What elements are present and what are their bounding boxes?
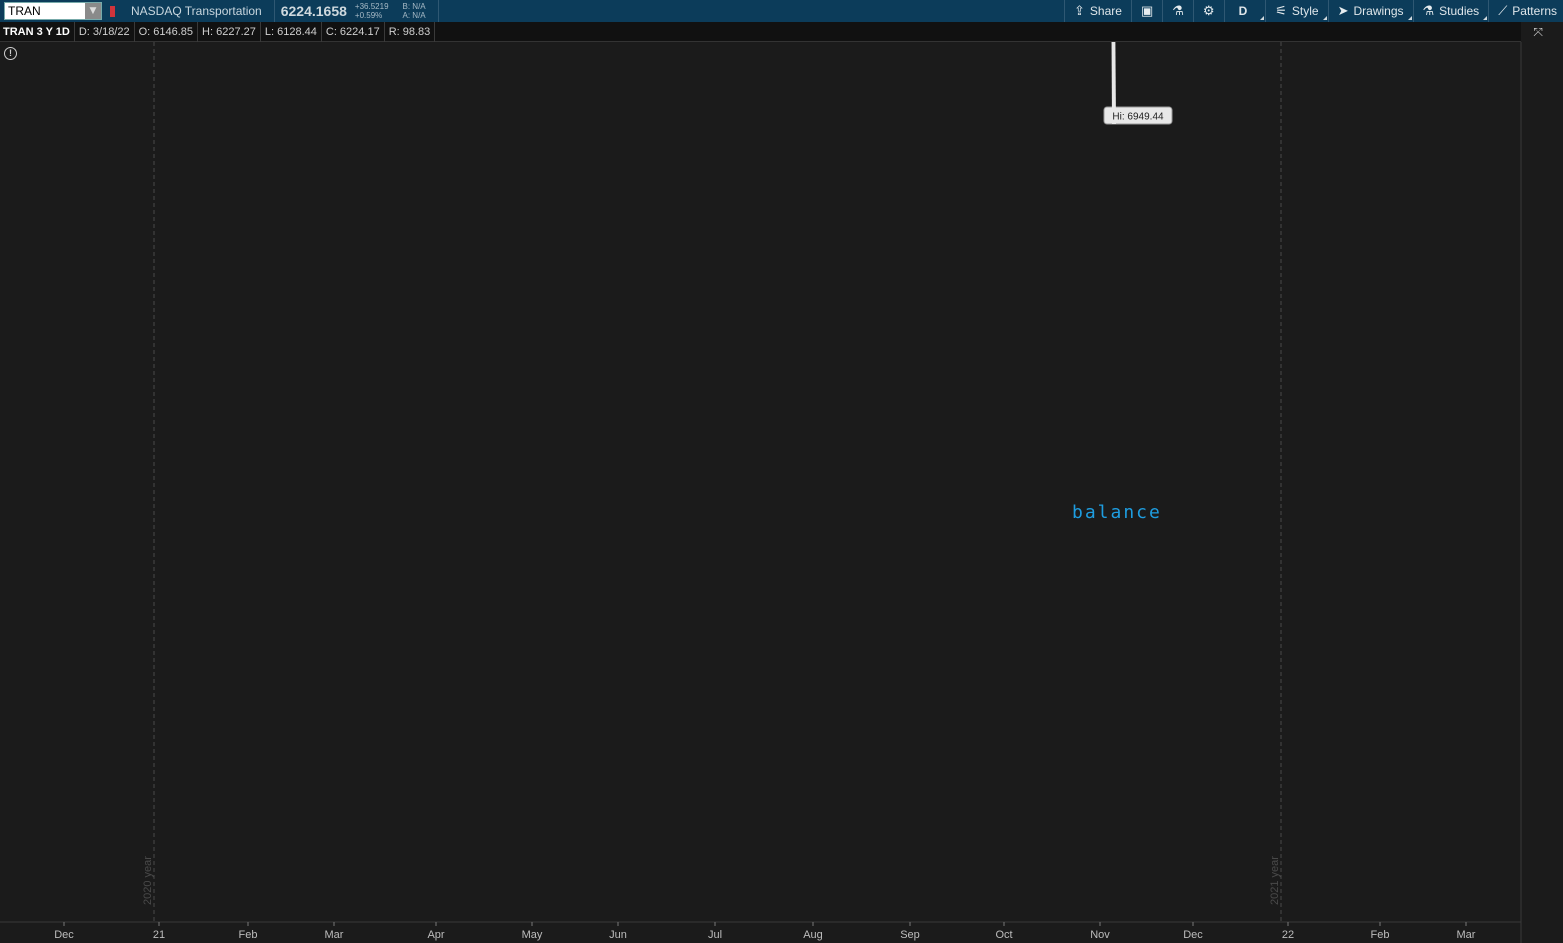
symbol-input[interactable] [5,3,85,19]
style-icon: ⚟ [1275,3,1287,18]
time-tick-label: Dec [1183,929,1203,941]
time-tick-label: Mar [325,929,344,941]
time-tick-label: Oct [995,929,1012,941]
style-button[interactable]: ⚟ Style [1265,0,1327,22]
expand-collapse-icon[interactable]: ⤧ [1533,25,1543,40]
alert-flag-icon[interactable] [110,5,115,17]
time-tick-label: Apr [427,929,444,941]
time-tick-label: Aug [803,929,823,941]
ask-value: A: N/A [402,11,426,20]
time-axis[interactable]: Dec 21 Feb Mar Apr May Jun Jul Aug Sep Oct Nov Dec 22… [54,922,1476,941]
patterns-button[interactable]: ⟋ Patterns [1488,0,1563,22]
bid-ask: B: N/A A: N/A [403,2,426,20]
studies-button[interactable]: ⚗ Studies [1412,0,1489,22]
share-button[interactable]: ⇪ Share [1064,0,1131,22]
toolbar-actions: ⇪ Share ▣ ⚗ ⚙ D ⚟ Style ➤ Drawings ⚗ Stu… [1064,0,1563,22]
last-price: 6224.1658 [280,3,347,19]
price-axis-background [1521,22,1563,943]
patterns-label: Patterns [1512,4,1557,18]
chevron-down-icon[interactable]: ▼ [85,3,101,19]
chart-background [0,42,1521,922]
chart-annotations: balance [1072,502,1162,523]
instrument-name: NASDAQ Transportation [131,4,262,18]
bar-range: R: 98.83 [385,21,436,42]
chart-title[interactable]: TRAN 3 Y 1D [0,21,75,42]
bar-open: O: 6146.85 [135,21,199,42]
flask-icon: ⚗ [1172,3,1184,18]
studies-flask-icon: ⚗ [1422,3,1435,18]
chart-layout-button[interactable]: ▣ [1130,0,1162,22]
bar-close: C: 6224.17 [322,21,385,42]
percent-change: +0.59% [354,11,383,20]
balance-annotation[interactable]: balance [1072,502,1162,523]
drawings-label: Drawings [1353,4,1404,18]
settings-button[interactable]: ⚙ [1192,0,1224,22]
share-label: Share [1089,4,1122,18]
studies-label: Studies [1439,4,1480,18]
time-tick-label: Nov [1090,929,1110,941]
net-change: +36.5219 [354,2,389,11]
aggregation-button[interactable]: D [1223,0,1266,22]
symbol-selector[interactable]: ▼ [4,2,102,20]
time-tick-label: 21 [153,929,165,941]
cursor-icon: ➤ [1337,3,1349,18]
flask-button[interactable]: ⚗ [1162,0,1193,22]
time-tick-label: 22 [1282,929,1294,941]
info-icon[interactable]: ! [4,47,17,60]
toolbar-separator [437,0,439,22]
share-icon: ⇪ [1074,3,1085,18]
high-marker-label: Hi: 6949.44 [1112,112,1164,123]
time-tick-label: Dec [54,929,74,941]
time-tick-label: May [522,929,543,941]
price-change: +36.5219 +0.59% [355,2,389,20]
bid-value: B: N/A [402,2,426,11]
gear-icon: ⚙ [1202,3,1215,18]
time-tick-label: Mar [1457,929,1476,941]
year-label: 2021 year [1269,856,1281,905]
chart-layout-icon: ▣ [1140,3,1154,18]
chart-info-bar: TRAN 3 Y 1D D: 3/18/22 O: 6146.85 H: 622… [0,21,1521,42]
time-tick-label: Sep [900,929,920,941]
bar-date: D: 3/18/22 [75,21,135,42]
time-tick-label: Feb [239,929,258,941]
year-label: 2020 year [142,856,154,905]
patterns-icon: ⟋ [1498,3,1508,18]
time-tick-label: Jun [609,929,627,941]
top-toolbar: ▼ NASDAQ Transportation 6224.1658 +36.52… [0,0,1563,22]
toolbar-separator [273,0,275,22]
style-label: Style [1291,4,1319,18]
bar-low: L: 6128.44 [261,21,322,42]
aggregation-label: D [1238,4,1248,18]
drawings-button[interactable]: ➤ Drawings [1327,0,1413,22]
time-tick-label: Feb [1371,929,1390,941]
bar-high: H: 6227.27 [198,21,261,42]
time-tick-label: Jul [708,929,722,941]
price-chart[interactable]: 2020 year2021 year 710070006900680067006… [0,0,1563,943]
